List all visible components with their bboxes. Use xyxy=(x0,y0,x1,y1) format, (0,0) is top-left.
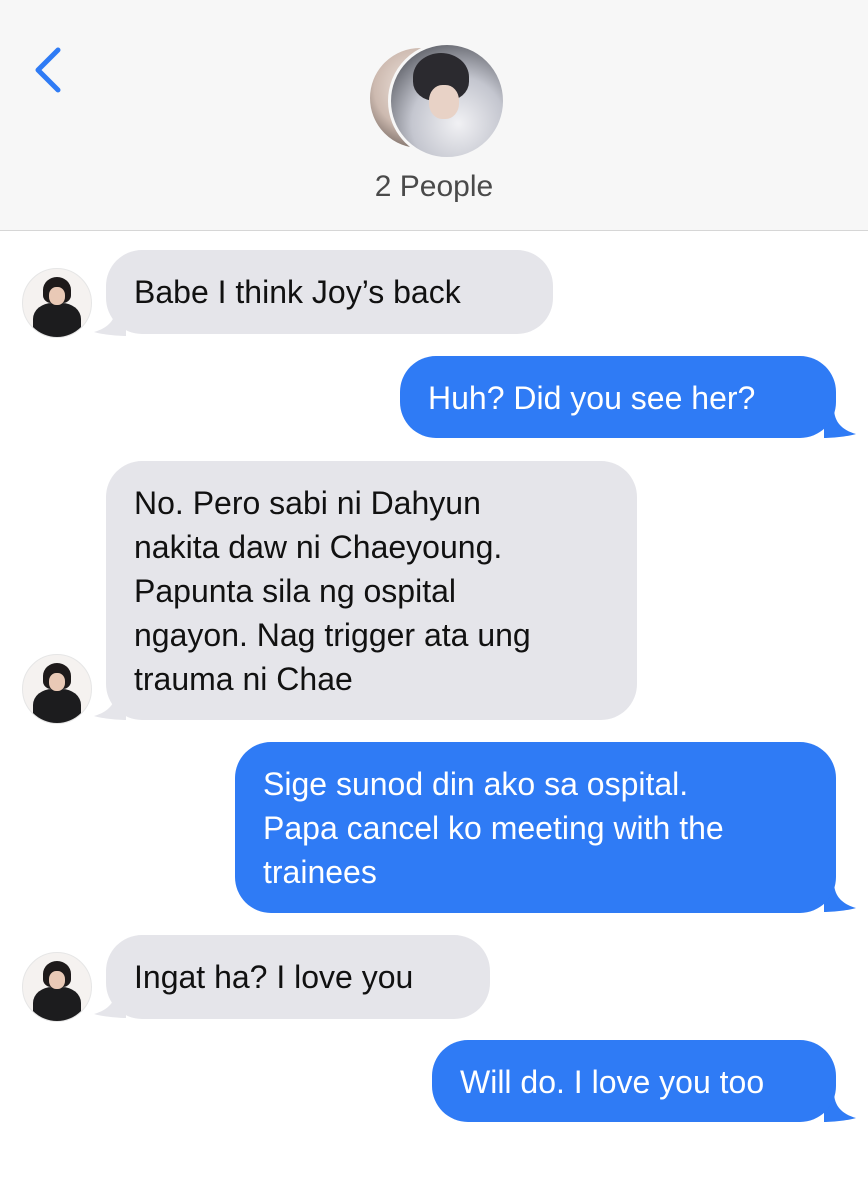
message-bubble-incoming: No. Pero sabi ni Dahyun nakita daw ni Ch… xyxy=(106,461,637,720)
message-bubble-outgoing: Sige sunod din ako sa ospital. Papa canc… xyxy=(235,742,836,913)
message-bubble-outgoing: Will do. I love you too xyxy=(432,1040,836,1122)
message-bubble-incoming: Babe I think Joy’s back xyxy=(106,250,553,334)
conversation-title[interactable]: 2 People xyxy=(0,170,868,204)
conversation-header: 2 People xyxy=(0,0,868,231)
message-bubble-incoming: Ingat ha? I love you xyxy=(106,935,490,1019)
sender-avatar xyxy=(22,268,92,338)
message-bubble-outgoing: Huh? Did you see her? xyxy=(400,356,836,438)
chevron-left-icon xyxy=(35,47,61,93)
sender-avatar xyxy=(22,654,92,724)
sender-avatar xyxy=(22,952,92,1022)
back-button[interactable] xyxy=(24,40,72,100)
group-avatar[interactable] xyxy=(364,40,506,160)
member-avatar xyxy=(388,42,506,160)
